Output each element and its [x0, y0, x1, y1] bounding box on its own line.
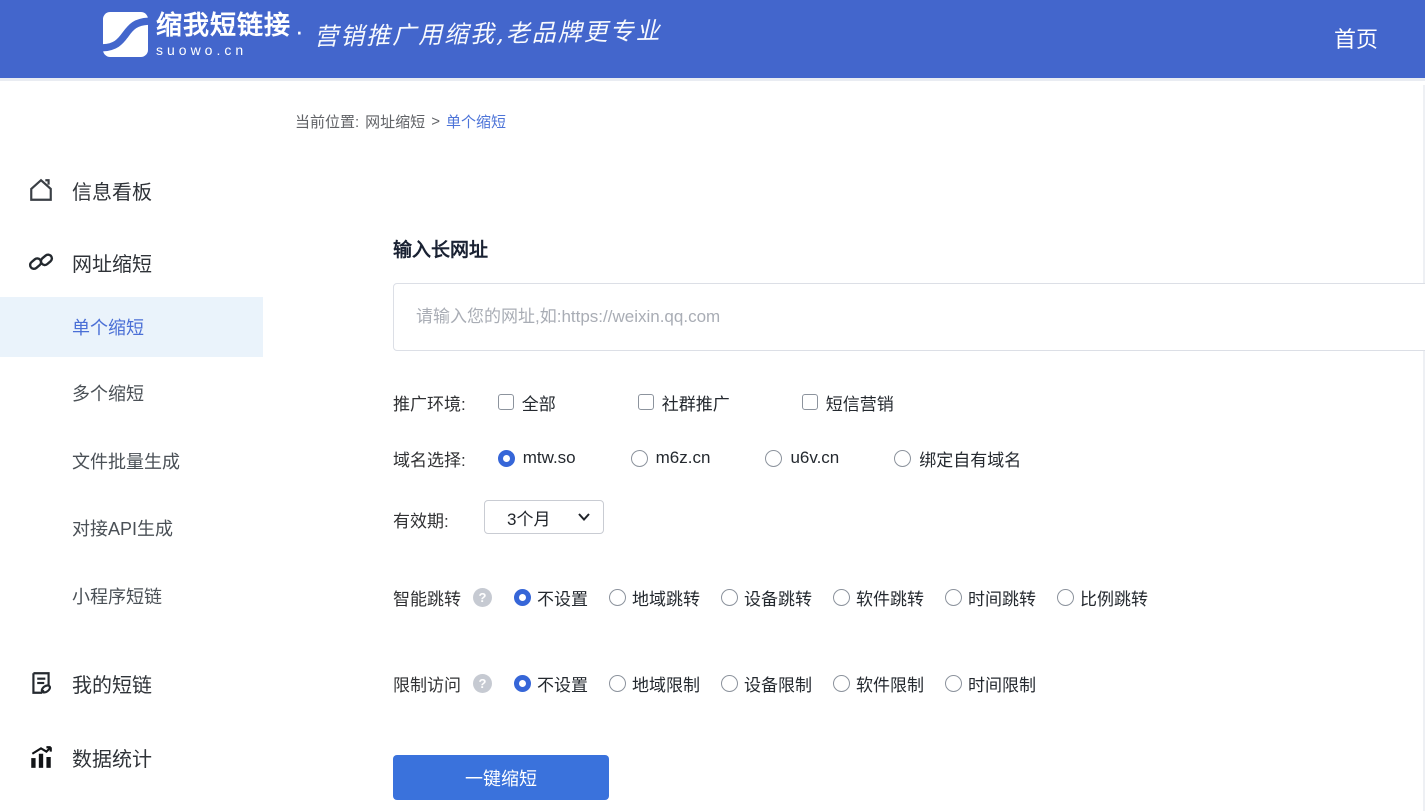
breadcrumb-prefix: 当前位置: — [295, 111, 359, 132]
tagline-separator: · — [295, 16, 304, 47]
sidebar-item-single-shorten[interactable]: 单个缩短 — [0, 297, 263, 357]
smart-jump-label: 智能跳转 — [393, 585, 461, 610]
home-icon — [28, 177, 54, 203]
radio-jump-region[interactable]: 地域跳转 — [609, 585, 700, 610]
sidebar-item-dashboard[interactable]: 信息看板 — [0, 170, 263, 210]
radio-jump-time-circle[interactable] — [945, 589, 962, 606]
sidebar-item-domain-manage[interactable]: 域名管理 — [0, 803, 263, 811]
checkbox-community-box[interactable] — [638, 394, 654, 410]
sidebar-item-url-shorten[interactable]: 网址缩短 — [0, 242, 263, 282]
radio-domain-custom-circle[interactable] — [894, 450, 911, 467]
link-icon — [28, 249, 54, 275]
restrict-access-row: 限制访问 ? 不设置 地域限制 设备限制 软件限制 时间限制 — [393, 672, 1036, 694]
radio-jump-device-circle[interactable] — [721, 589, 738, 606]
radio-jump-time[interactable]: 时间跳转 — [945, 585, 1036, 610]
nav-home-link[interactable]: 首页 — [1334, 22, 1378, 54]
radio-domain-mtw-circle[interactable] — [498, 450, 515, 467]
radio-restrict-software-circle[interactable] — [833, 675, 850, 692]
breadcrumb-parent: 网址缩短 — [365, 111, 425, 132]
sidebar-item-multi-shorten[interactable]: 多个缩短 — [0, 375, 263, 411]
radio-domain-custom[interactable]: 绑定自有域名 — [894, 446, 1021, 471]
validity-select[interactable]: 3个月 — [484, 500, 604, 534]
radio-jump-region-circle[interactable] — [609, 589, 626, 606]
radio-restrict-device[interactable]: 设备限制 — [721, 671, 812, 696]
document-edit-icon — [28, 670, 54, 696]
radio-jump-none[interactable]: 不设置 — [514, 585, 588, 610]
shorten-submit-button[interactable]: 一键缩短 — [393, 755, 609, 800]
radio-restrict-region[interactable]: 地域限制 — [609, 671, 700, 696]
radio-restrict-time-circle[interactable] — [945, 675, 962, 692]
bar-chart-icon — [28, 744, 54, 770]
restrict-access-label: 限制访问 — [393, 671, 461, 696]
validity-select-value: 3个月 — [507, 505, 550, 530]
checkbox-all-box[interactable] — [498, 394, 514, 410]
promo-env-label: 推广环境: — [393, 390, 466, 415]
logo-title: 缩我短链接 — [156, 12, 291, 38]
sidebar-item-miniprogram-link[interactable]: 小程序短链 — [0, 578, 263, 614]
radio-domain-u6v[interactable]: u6v.cn — [765, 448, 839, 468]
promo-env-row: 推广环境: 全部 社群推广 短信营销 — [393, 391, 894, 413]
form-title: 输入长网址 — [393, 235, 488, 262]
radio-jump-software-circle[interactable] — [833, 589, 850, 606]
radio-domain-mtw[interactable]: mtw.so — [498, 448, 576, 468]
breadcrumb-separator: > — [431, 113, 440, 130]
breadcrumb: 当前位置: 网址缩短 > 单个缩短 — [295, 111, 506, 132]
sidebar: 信息看板 网址缩短 单个缩短 多个缩短 文件批量生成 对接API生成 小程序短链 — [0, 85, 263, 811]
sidebar-item-api-generate[interactable]: 对接API生成 — [0, 510, 263, 546]
radio-restrict-region-circle[interactable] — [609, 675, 626, 692]
radio-domain-m6z-circle[interactable] — [631, 450, 648, 467]
chevron-down-icon — [578, 513, 590, 521]
radio-jump-ratio-circle[interactable] — [1057, 589, 1074, 606]
radio-domain-m6z[interactable]: m6z.cn — [631, 448, 711, 468]
smart-jump-row: 智能跳转 ? 不设置 地域跳转 设备跳转 软件跳转 时间跳转 比例跳转 — [393, 586, 1148, 608]
checkbox-all[interactable]: 全部 — [498, 390, 556, 415]
validity-label: 有效期: — [393, 507, 449, 532]
radio-restrict-device-circle[interactable] — [721, 675, 738, 692]
page: 缩我短链接 suowo.cn · 营销推广用缩我,老品牌更专业 首页 当前位置:… — [0, 0, 1425, 811]
tagline-text: 营销推广用缩我,老品牌更专业 — [313, 11, 661, 52]
sidebar-item-statistics[interactable]: 数据统计 — [0, 737, 263, 777]
radio-jump-software[interactable]: 软件跳转 — [833, 585, 924, 610]
radio-domain-u6v-circle[interactable] — [765, 450, 782, 467]
radio-restrict-software[interactable]: 软件限制 — [833, 671, 924, 696]
checkbox-community-promo[interactable]: 社群推广 — [638, 390, 730, 415]
smart-jump-help-icon[interactable]: ? — [473, 588, 492, 607]
domain-select-row: 域名选择: mtw.so m6z.cn u6v.cn 绑定自有域名 — [393, 447, 1021, 469]
logo[interactable]: 缩我短链接 suowo.cn — [103, 12, 291, 57]
long-url-input[interactable] — [393, 283, 1425, 351]
radio-restrict-time[interactable]: 时间限制 — [945, 671, 1036, 696]
sidebar-item-my-links[interactable]: 我的短链 — [0, 663, 263, 703]
checkbox-sms-marketing[interactable]: 短信营销 — [802, 390, 894, 415]
tagline: · 营销推广用缩我,老品牌更专业 — [295, 14, 661, 49]
domain-select-label: 域名选择: — [393, 446, 466, 471]
header-bar: 缩我短链接 suowo.cn · 营销推广用缩我,老品牌更专业 首页 — [0, 0, 1425, 81]
radio-jump-ratio[interactable]: 比例跳转 — [1057, 585, 1148, 610]
radio-restrict-none-circle[interactable] — [514, 675, 531, 692]
checkbox-sms-box[interactable] — [802, 394, 818, 410]
logo-icon — [103, 12, 148, 57]
radio-restrict-none[interactable]: 不设置 — [514, 671, 588, 696]
validity-row: 有效期: — [393, 508, 449, 530]
radio-jump-device[interactable]: 设备跳转 — [721, 585, 812, 610]
sidebar-item-file-batch[interactable]: 文件批量生成 — [0, 443, 263, 479]
logo-domain: suowo.cn — [156, 43, 291, 57]
radio-jump-none-circle[interactable] — [514, 589, 531, 606]
breadcrumb-current[interactable]: 单个缩短 — [446, 111, 506, 132]
restrict-access-help-icon[interactable]: ? — [473, 674, 492, 693]
